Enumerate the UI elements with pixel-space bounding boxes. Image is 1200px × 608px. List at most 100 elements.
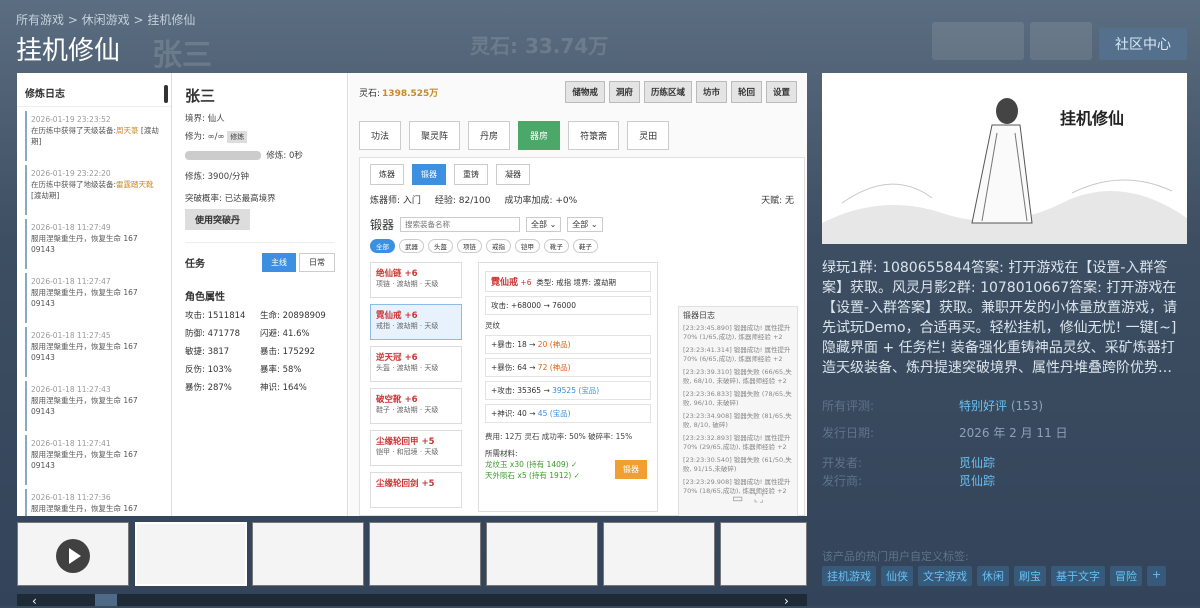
forge-log-panel: 锻器日志 [23:23:45.890] 锻器成功! 属性提升70% (1/65,…	[678, 306, 798, 516]
thumbnail-scrollbar[interactable]	[17, 594, 807, 606]
forge-sub-tab[interactable]: 锻器	[412, 164, 446, 185]
top-button[interactable]: 轮回	[730, 81, 762, 103]
filter-select-2[interactable]: 全部 ⌄	[567, 217, 603, 232]
log-text: 服用涅槃重生丹，恢复生命 167	[31, 234, 138, 243]
thumbnail[interactable]	[369, 522, 481, 586]
category-chip[interactable]: 铠甲	[515, 239, 540, 253]
filter-select-2-value: 全部	[572, 220, 589, 229]
lingwen-title: 灵纹	[485, 321, 500, 330]
tag-chip[interactable]: 基于文字	[1051, 566, 1105, 586]
tag-chip[interactable]: 挂机游戏	[822, 566, 876, 586]
task-tab-main[interactable]: 主线	[262, 253, 296, 272]
log-tail: 09143	[31, 461, 55, 470]
attribute-value: 暴伤: 287%	[185, 383, 232, 393]
equipment-sub: 鞋子 · 渡劫期 · 天级	[376, 406, 439, 414]
forge-log-entry: [23:23:36.833] 锻器失败 (78/65,失败, 96/10, 未破…	[683, 389, 792, 408]
lingwen-row: +攻击: 35365 → 39525 (宝品)	[485, 381, 651, 400]
top-button[interactable]: 坊市	[695, 81, 727, 103]
workshop-tab[interactable]: 丹房	[468, 121, 511, 150]
thumbnail[interactable]	[603, 522, 715, 586]
lingwen-rows: +暴击: 18 → 20 (神品) +暴伤: 64 → 72 (神品) +攻击: 3…	[485, 335, 651, 423]
tag-chip[interactable]: 休闲	[977, 566, 1009, 586]
fullscreen-icon[interactable]: ▭ ⛶	[732, 491, 763, 506]
thumbnail[interactable]	[252, 522, 364, 586]
cultivation-value: 修为: ∞/∞	[185, 132, 225, 142]
thumbnail[interactable]	[486, 522, 598, 586]
category-chip[interactable]: 头盔	[428, 239, 453, 253]
top-button[interactable]: 储物戒	[565, 81, 605, 103]
attribute-value: 神识: 164%	[260, 383, 307, 393]
scrollbar-thumb[interactable]	[95, 594, 117, 606]
forge-log-entry: [23:23:39.310] 锻器失败 (66/65,失败, 68/10, 未破…	[683, 367, 792, 386]
workshop-tab[interactable]: 灵田	[627, 121, 670, 150]
tag-chip[interactable]: 仙侠	[881, 566, 913, 586]
lingwen-base: +暴伤: 64 →	[491, 363, 538, 372]
thumbnail-selected[interactable]	[135, 522, 247, 586]
category-chip[interactable]: 项链	[457, 239, 482, 253]
game-title: 挂机修仙	[16, 36, 121, 66]
breadcrumb[interactable]: 所有游戏 > 休闲游戏 > 挂机修仙	[16, 11, 195, 28]
category-chip[interactable]: 鞋子	[573, 239, 598, 253]
equipment-item[interactable]: 逆天冠 +6 头盔 · 渡劫期 · 天级	[370, 346, 462, 382]
forge-log-entry: [23:23:30.540] 锻器失败 (61/50,失败, 91/15,未破碎…	[683, 455, 792, 474]
workshop-tab[interactable]: 符箓斋	[568, 121, 620, 150]
task-tab-daily[interactable]: 日常	[299, 253, 335, 272]
tag-chip[interactable]: 刷宝	[1014, 566, 1046, 586]
log-time: 2026-01-19 23:22:20	[31, 169, 111, 178]
attribute-value: 反伤: 103%	[185, 365, 232, 375]
release-value: 2026 年 2 月 11 日	[959, 426, 1068, 440]
character-panel: 张三 境界: 仙人 修为: ∞/∞ 修炼 修炼: 0秒 修炼: 3900/分钟 …	[173, 73, 348, 516]
log-time: 2026-01-18 11:27:45	[31, 331, 111, 340]
forge-button[interactable]: 锻器	[615, 460, 647, 479]
equipment-item[interactable]: 绝仙链 +6 项链 · 渡劫期 · 天级	[370, 262, 462, 298]
equipment-detail: 霓仙戒 +6 类型: 戒指 境界: 渡劫期 攻击: +68000 → 76000…	[478, 262, 658, 512]
log-text: 服用涅槃重生丹，恢复生命 167	[31, 504, 138, 513]
forge-filter-row: 锻器 全部 ⌄ 全部 ⌄	[370, 216, 794, 233]
publisher-link[interactable]: 觅仙踪	[959, 472, 995, 489]
workshop-tab[interactable]: 聚灵阵	[409, 121, 461, 150]
log-scrollbar[interactable]	[164, 85, 168, 103]
attribute-value: 生命: 20898909	[260, 311, 326, 321]
tag-chip[interactable]: 冒险	[1110, 566, 1142, 586]
equipment-item[interactable]: 尘缘轮回剑 +5	[370, 472, 462, 508]
equipment-item[interactable]: 破空靴 +6 鞋子 · 渡劫期 · 天级	[370, 388, 462, 424]
attribute-value: 闪避: 41.6%	[260, 329, 310, 339]
workshop-tab[interactable]: 功法	[359, 121, 402, 150]
equipment-name: 尘缘轮回甲 +5	[376, 437, 435, 447]
forge-sub-tab[interactable]: 炼器	[370, 164, 404, 185]
developer-link[interactable]: 觅仙踪	[959, 454, 995, 471]
thumbnail-video[interactable]	[17, 522, 129, 586]
tag-chip[interactable]: +	[1147, 566, 1167, 586]
category-chip[interactable]: 武器	[399, 239, 424, 253]
cultivation-progress-bar	[185, 151, 261, 160]
top-button[interactable]: 历练区域	[643, 81, 692, 103]
equipment-sub: 铠甲 · 和冠境 · 天级	[376, 448, 439, 456]
reviews-value[interactable]: 特别好评	[959, 399, 1007, 413]
filter-select-1[interactable]: 全部 ⌄	[526, 217, 562, 232]
forge-sub-tab[interactable]: 重铸	[454, 164, 488, 185]
workshop-tab[interactable]: 器房	[518, 121, 561, 150]
forge-sub-tab[interactable]: 凝器	[496, 164, 530, 185]
equipment-search-input[interactable]	[400, 217, 521, 232]
equipment-item[interactable]: 尘缘轮回甲 +5 铠甲 · 和冠境 · 天级	[370, 430, 462, 466]
attribute-value: 暴击: 175292	[260, 347, 316, 357]
tag-chip[interactable]: 文字游戏	[918, 566, 972, 586]
log-title: 修炼日志	[17, 73, 171, 107]
breakthrough-button[interactable]: 使用突破丹	[185, 209, 251, 230]
top-button[interactable]: 设置	[765, 81, 797, 103]
lingwen-grade: (神品)	[549, 363, 571, 372]
thumbnail[interactable]	[720, 522, 807, 586]
category-chip[interactable]: 全部	[370, 239, 395, 253]
log-time: 2026-01-18 11:27:49	[31, 223, 111, 232]
top-buttons: 储物戒 洞府 历练区域 坊市 轮回 设置	[565, 81, 797, 103]
category-chip[interactable]: 靴子	[544, 239, 569, 253]
log-text: 在历练中获得了天级装备:	[31, 126, 117, 135]
main-screenshot[interactable]: 修炼日志 2026-01-19 23:23:52 在历练中获得了天级装备:周天箓 …	[17, 73, 807, 516]
top-button[interactable]: 洞府	[608, 81, 640, 103]
forge-log-title: 锻器日志	[683, 311, 715, 320]
cultivate-tag[interactable]: 修炼	[227, 131, 248, 143]
category-chip[interactable]: 戒指	[486, 239, 511, 253]
equipment-item[interactable]: 霓仙戒 +6 戒指 · 渡劫期 · 天级	[370, 304, 462, 340]
task-title: 任务	[185, 259, 205, 270]
community-hub-button[interactable]: 社区中心	[1099, 28, 1187, 60]
